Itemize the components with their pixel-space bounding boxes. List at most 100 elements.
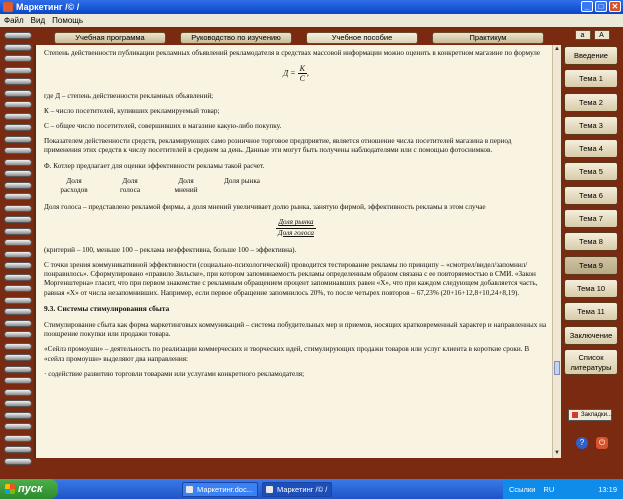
share-item: Доля рынка xyxy=(224,176,260,185)
paragraph: Ф. Котлер предлагает для оценки эффектив… xyxy=(44,161,265,170)
spiral-ring xyxy=(4,193,32,200)
nav-topic-6[interactable]: Тема 6 xyxy=(564,185,618,205)
paragraph: С точки зрения коммуникативной эффективн… xyxy=(44,261,538,297)
nav-topic-8[interactable]: Тема 8 xyxy=(564,232,618,252)
tray-links[interactable]: Ссылки xyxy=(509,485,535,494)
formula-effectiveness: Д = К С , xyxy=(44,64,548,83)
spiral-ring xyxy=(4,135,32,143)
paragraph: С – общее число посетителей, совершивших… xyxy=(44,122,282,131)
tab-program[interactable]: Учебная программа xyxy=(54,32,166,44)
menu-file[interactable]: Файл xyxy=(4,16,24,25)
tab-practicum[interactable]: Практикум xyxy=(432,32,544,44)
formula-denominator: С xyxy=(299,74,305,84)
spiral-ring xyxy=(4,170,32,177)
menu-help[interactable]: Помощь xyxy=(52,16,83,25)
spiral-ring xyxy=(4,331,32,338)
spiral-ring xyxy=(4,89,32,97)
help-icon[interactable]: ? xyxy=(576,436,588,449)
spiral-ring xyxy=(4,423,32,430)
spiral-ring xyxy=(4,285,32,292)
paragraph: Стимулирование сбыта как форма маркетинг… xyxy=(44,321,547,339)
nav-topic-1[interactable]: Тема 1 xyxy=(564,69,618,89)
task-marketing-app[interactable]: Маркетинг /© / xyxy=(261,481,333,497)
nav-topic-4[interactable]: Тема 4 xyxy=(564,139,618,159)
spiral-ring xyxy=(4,296,32,304)
paragraph: Показателем действенности средств, рекла… xyxy=(44,137,512,155)
formula-denominator: Доля голоса xyxy=(278,228,314,237)
nav-topic-11[interactable]: Тема 11 xyxy=(564,302,618,322)
scroll-down-icon[interactable]: ▼ xyxy=(553,449,561,458)
language-indicator[interactable]: RU xyxy=(543,485,554,494)
nav-topic-2[interactable]: Тема 2 xyxy=(564,92,618,112)
share-item: Доля мнений xyxy=(174,176,198,195)
spiral-ring xyxy=(4,239,32,246)
spiral-ring xyxy=(4,446,32,453)
formula-numerator: Доля рынка xyxy=(276,218,316,229)
start-button[interactable]: пуск xyxy=(0,479,58,499)
exit-icon[interactable]: ⏻ xyxy=(596,436,608,449)
content-text: Степень действенности публикации рекламн… xyxy=(44,49,548,385)
content-page: Степень действенности публикации рекламн… xyxy=(34,45,552,458)
section-heading: 9.3. Системы стимулирования сбыта xyxy=(44,303,170,313)
title-bar: Маркетинг /© / _ □ ✕ xyxy=(0,0,623,14)
menu-view[interactable]: Вид xyxy=(31,16,45,25)
nav-conclusion[interactable]: Заключение xyxy=(564,325,618,345)
spiral-binding xyxy=(4,32,34,472)
nav-topic-9[interactable]: Тема 9 xyxy=(564,255,618,275)
spiral-ring xyxy=(4,354,32,361)
paragraph: где Д – степень действенности рекламных … xyxy=(44,91,214,100)
spiral-ring xyxy=(4,43,32,51)
nav-topic-7[interactable]: Тема 7 xyxy=(564,209,618,229)
font-size-controls: a A xyxy=(564,30,620,40)
spiral-ring xyxy=(4,158,32,166)
spiral-ring xyxy=(4,388,32,396)
spiral-ring xyxy=(4,342,32,350)
spiral-ring xyxy=(4,147,32,154)
menu-bar: Файл Вид Помощь xyxy=(0,14,623,27)
tab-study-guide[interactable]: Руководство по изучению xyxy=(180,32,292,44)
paragraph: · содействие развитию торговли товарами … xyxy=(44,369,305,378)
paragraph: Степень действенности публикации рекламн… xyxy=(44,49,541,57)
font-larger-button[interactable]: A xyxy=(593,30,610,40)
spiral-ring xyxy=(4,216,32,223)
maximize-button[interactable]: □ xyxy=(595,1,607,12)
spiral-ring xyxy=(4,101,32,108)
formula-lhs: Д = xyxy=(283,68,296,78)
share-item: Доля голоса xyxy=(119,176,141,195)
bookmarks-button[interactable]: Закладки... xyxy=(568,408,612,421)
spiral-ring xyxy=(4,32,32,39)
spiral-ring xyxy=(4,112,32,120)
paragraph: Доля голоса – представлено рекламой фирм… xyxy=(44,203,486,212)
tab-textbook[interactable]: Учебное пособие xyxy=(306,32,418,44)
spiral-ring xyxy=(4,262,32,269)
clock: 13:19 xyxy=(598,484,617,494)
right-navigation: a A Введение Тема 1 Тема 2 Тема 3 Тема 4… xyxy=(564,30,620,476)
nav-intro[interactable]: Введение xyxy=(564,46,618,65)
font-smaller-button[interactable]: a xyxy=(574,30,591,40)
spiral-ring xyxy=(4,411,32,419)
close-button[interactable]: ✕ xyxy=(609,1,621,12)
spiral-ring xyxy=(4,55,32,62)
vertical-scrollbar[interactable]: ▲ ▼ xyxy=(552,45,561,458)
scroll-thumb[interactable] xyxy=(554,361,560,375)
app-icon xyxy=(3,2,13,12)
spiral-ring xyxy=(4,250,32,258)
spiral-ring xyxy=(4,377,32,384)
spiral-ring xyxy=(4,78,32,85)
spiral-ring xyxy=(4,66,32,74)
nav-bibliography[interactable]: Список литературы xyxy=(564,348,618,375)
paragraph: К – число посетителей, купивших рекламир… xyxy=(44,106,220,115)
scroll-up-icon[interactable]: ▲ xyxy=(553,45,561,54)
nav-topic-5[interactable]: Тема 5 xyxy=(564,162,618,182)
minimize-button[interactable]: _ xyxy=(581,1,593,12)
spiral-ring xyxy=(4,400,32,407)
spiral-ring xyxy=(4,365,32,373)
formula-tail: , xyxy=(306,68,309,78)
spiral-ring xyxy=(4,181,32,189)
window-title: Маркетинг /© / xyxy=(16,2,80,12)
nav-topic-3[interactable]: Тема 3 xyxy=(564,115,618,135)
task-word-doc[interactable]: Маркетинг.doc... xyxy=(182,481,258,497)
share-item: Доля расходов xyxy=(60,176,88,195)
nav-topic-10[interactable]: Тема 10 xyxy=(564,278,618,298)
spiral-ring xyxy=(4,273,32,281)
